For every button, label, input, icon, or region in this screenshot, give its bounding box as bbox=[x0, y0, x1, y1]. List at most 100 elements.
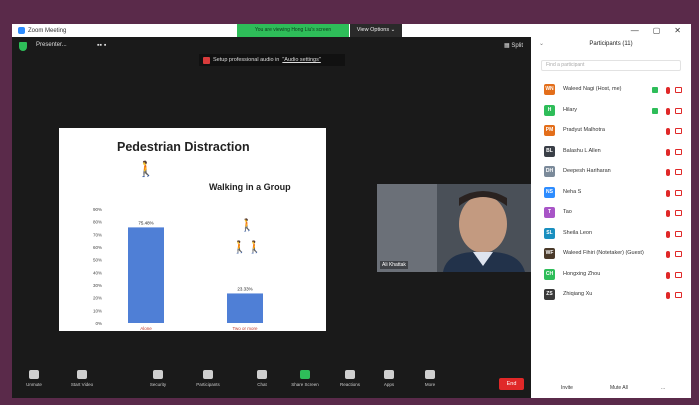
participant-row[interactable]: H Hilary bbox=[531, 102, 691, 121]
camera-off-icon[interactable] bbox=[675, 251, 682, 257]
participants-title: Participants (11) bbox=[589, 41, 633, 47]
camera-off-icon[interactable] bbox=[675, 169, 682, 175]
y-tick-label: 0% bbox=[95, 321, 102, 326]
participant-name: Hilary bbox=[563, 106, 578, 113]
start-video-button[interactable]: Start Video bbox=[62, 370, 102, 387]
participant-search-input[interactable]: Find a participant bbox=[541, 60, 681, 71]
audio-hint[interactable]: Setup professional audio in "Audio setti… bbox=[199, 54, 345, 66]
camera-off-icon[interactable] bbox=[675, 292, 682, 298]
participant-row[interactable]: BL Balashu L Allen bbox=[531, 143, 691, 162]
audio-hint-text: Setup professional audio in bbox=[213, 57, 280, 63]
split-view-button[interactable]: ▦ Split bbox=[504, 42, 523, 49]
audio-settings-link[interactable]: "Audio settings" bbox=[282, 54, 320, 66]
avatar: T bbox=[544, 207, 555, 218]
shield-icon[interactable] bbox=[19, 42, 27, 51]
avatar: WF bbox=[544, 248, 555, 259]
participant-row[interactable]: DH Deepesh Hariharan bbox=[531, 163, 691, 182]
chevron-down-icon[interactable]: ⌄ bbox=[539, 37, 544, 51]
muted-microphone-icon[interactable] bbox=[666, 292, 670, 299]
participant-row[interactable]: NS Neha S bbox=[531, 184, 691, 203]
y-tick-label: 40% bbox=[93, 270, 102, 275]
participant-row[interactable]: ZS Zhiqiang Xu bbox=[531, 286, 691, 305]
camera-off-icon[interactable] bbox=[675, 148, 682, 155]
end-button[interactable]: End bbox=[499, 378, 524, 390]
participant-name: Pradyut Malhotra bbox=[563, 127, 605, 133]
smiley-icon bbox=[345, 370, 355, 379]
panel-more-button[interactable]: ... bbox=[661, 385, 665, 391]
muted-microphone-icon[interactable] bbox=[666, 148, 670, 156]
participant-name: Waleed Nagi (Host, me) bbox=[563, 86, 622, 92]
walker-group-top-icon: 🚶 bbox=[240, 218, 255, 232]
zoom-logo-icon bbox=[18, 27, 25, 34]
chat-button[interactable]: Chat bbox=[242, 370, 282, 387]
muted-microphone-icon[interactable] bbox=[666, 107, 670, 115]
camera-off-icon[interactable] bbox=[675, 271, 682, 278]
participant-row[interactable]: T Tao bbox=[531, 204, 691, 223]
avatar: BL bbox=[544, 145, 555, 157]
invite-button[interactable]: Invite bbox=[561, 385, 573, 391]
unmute-button[interactable]: Unmute bbox=[14, 370, 54, 387]
muted-microphone-icon[interactable] bbox=[666, 87, 670, 94]
muted-microphone-icon[interactable] bbox=[666, 271, 670, 279]
title-bar: Zoom Meeting You are viewing Hong Liu's … bbox=[12, 24, 691, 37]
maximize-button[interactable]: ▢ bbox=[653, 26, 661, 35]
avatar: DH bbox=[544, 166, 555, 177]
video-on-icon bbox=[652, 87, 658, 93]
muted-microphone-icon[interactable] bbox=[666, 189, 670, 197]
y-tick-label: 30% bbox=[93, 283, 102, 288]
more-button[interactable]: More bbox=[410, 370, 450, 387]
y-tick-label: 80% bbox=[93, 220, 102, 225]
muted-microphone-icon[interactable] bbox=[666, 210, 670, 217]
participant-name: Tao bbox=[563, 209, 572, 215]
security-button[interactable]: Security bbox=[138, 370, 178, 387]
view-options-button[interactable]: View Options ⌄ bbox=[350, 24, 402, 37]
bar-value-label: 23.33% bbox=[237, 286, 252, 291]
avatar: CH bbox=[544, 268, 555, 280]
walker-single-icon: 🚶 bbox=[137, 160, 156, 178]
participant-name: Hongxing Zhou bbox=[563, 270, 601, 277]
participant-row[interactable]: PM Pradyut Malhotra bbox=[531, 122, 691, 141]
start-video-label: Start Video bbox=[70, 382, 94, 387]
share-screen-button[interactable]: Share Screen bbox=[285, 370, 325, 387]
participants-header: ⌄ Participants (11) bbox=[531, 37, 691, 51]
more-dots-icon bbox=[425, 370, 435, 379]
participant-row[interactable]: WF Waleed Fihiri (Notetaker) (Guest) bbox=[531, 245, 691, 264]
bar-value-label: 75.48% bbox=[138, 220, 153, 225]
reactions-button[interactable]: Reactions bbox=[330, 370, 370, 387]
apps-button[interactable]: Apps bbox=[369, 370, 409, 387]
window-controls: — ▢ ✕ bbox=[631, 26, 681, 35]
window-title: Zoom Meeting bbox=[28, 27, 67, 34]
participants-label: Participants bbox=[196, 382, 220, 387]
app-title: Zoom Meeting bbox=[18, 27, 66, 34]
participant-name: Sheila Leon bbox=[563, 229, 593, 236]
chat-icon bbox=[257, 370, 267, 379]
share-screen-icon bbox=[300, 370, 310, 379]
camera-off-icon[interactable] bbox=[675, 230, 682, 237]
y-tick-label: 70% bbox=[93, 232, 102, 237]
y-tick-label: 60% bbox=[93, 245, 102, 250]
participant-video[interactable]: Ali Khattak bbox=[377, 184, 531, 272]
camera-off-icon[interactable] bbox=[675, 87, 682, 93]
participant-row[interactable]: CH Hongxing Zhou bbox=[531, 266, 691, 285]
close-button[interactable]: ✕ bbox=[674, 26, 681, 35]
participant-row[interactable]: WN Waleed Nagi (Host, me) bbox=[531, 81, 691, 100]
minimize-button[interactable]: — bbox=[631, 26, 639, 35]
avatar: WN bbox=[544, 84, 555, 95]
bar-chart: 0% 10% 20% 30% 40% 50% 60% 70% 80% 90% 75.48% Alone… bbox=[93, 160, 263, 331]
participant-name: Waleed Fihiri (Notetaker) (Guest) bbox=[563, 250, 644, 256]
camera-off-icon[interactable] bbox=[675, 107, 682, 114]
camera-off-icon[interactable] bbox=[675, 128, 682, 134]
muted-microphone-icon[interactable] bbox=[666, 251, 670, 258]
muted-microphone-icon[interactable] bbox=[666, 169, 670, 176]
camera-off-icon[interactable] bbox=[675, 189, 682, 196]
video-name: Ali Khattak bbox=[380, 261, 408, 269]
share-screen-label: Share Screen bbox=[291, 382, 319, 387]
people-icon bbox=[203, 370, 213, 379]
participant-row[interactable]: SL Sheila Leon bbox=[531, 225, 691, 244]
muted-microphone-icon[interactable] bbox=[666, 128, 670, 135]
presenter-menu[interactable]: Presenter... bbox=[36, 42, 67, 48]
muted-microphone-icon[interactable] bbox=[666, 230, 670, 238]
mute-all-button[interactable]: Mute All bbox=[610, 385, 628, 391]
camera-off-icon[interactable] bbox=[675, 210, 682, 216]
participants-button[interactable]: Participants bbox=[188, 370, 228, 387]
